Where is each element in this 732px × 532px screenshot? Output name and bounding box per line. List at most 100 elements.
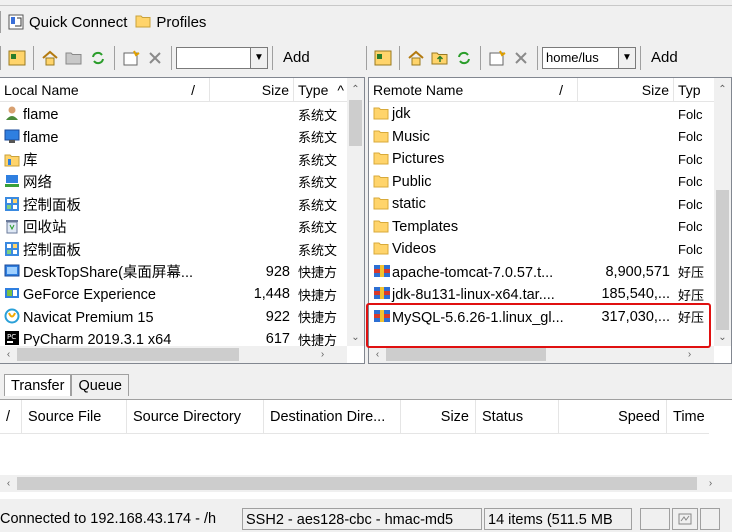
scroll-left-icon[interactable]: ‹ (369, 346, 386, 363)
remote-row[interactable]: Templates Folc (369, 216, 714, 239)
local-new-folder-button[interactable] (119, 46, 143, 70)
toolbar-separator (272, 45, 273, 70)
remote-name-column-label: Remote Name (373, 82, 464, 98)
local-row[interactable]: 网络 系统文 (0, 171, 347, 194)
network-icon (4, 173, 20, 188)
pycharm-icon: PC (4, 330, 20, 346)
local-name-text: 库 (23, 152, 38, 169)
local-row[interactable]: 控制面板 系统文 (0, 193, 347, 216)
remote-delete-button[interactable] (509, 46, 533, 70)
window-top-edge (0, 0, 732, 6)
local-panes-button[interactable] (5, 46, 29, 70)
remote-row[interactable]: Music Folc (369, 126, 714, 149)
local-name-column-header[interactable]: Local Name / (0, 78, 210, 102)
remote-row[interactable]: jdk Folc (369, 103, 714, 126)
scroll-down-icon[interactable]: ⌄ (714, 329, 731, 346)
local-row[interactable]: DeskTopShare(桌面屏幕... 928 快捷方 (0, 261, 347, 284)
local-row[interactable]: Navicat Premium 15 922 快捷方 (0, 306, 347, 329)
scroll-right-icon[interactable]: › (681, 346, 698, 363)
status-column-header[interactable]: Status (476, 400, 559, 434)
transfer-list[interactable]: / Source File Source Directory Destinati… (0, 399, 732, 499)
local-name-cell: DeskTopShare(桌面屏幕... (0, 261, 210, 282)
local-delete-button[interactable] (143, 46, 167, 70)
scroll-right-icon[interactable]: › (314, 346, 331, 363)
remote-name-cell: jdk-8u131-linux-x64.tar.... (369, 285, 578, 303)
remote-up-folder-button[interactable] (428, 46, 452, 70)
local-type-column-header[interactable]: Type ^ (294, 78, 347, 102)
local-row[interactable]: GeForce Experience 1,448 快捷方 (0, 283, 347, 306)
connection-status-icon (678, 513, 692, 525)
scroll-down-icon[interactable]: ⌄ (347, 329, 364, 346)
scroll-up-icon[interactable]: ⌃ (347, 81, 364, 98)
scroll-left-icon[interactable]: ‹ (0, 346, 17, 363)
remote-path-combo[interactable]: home/lus ▼ (542, 46, 636, 69)
profiles-button[interactable]: Profiles (131, 10, 210, 34)
remote-type-column-header[interactable]: Typ (674, 78, 714, 102)
local-up-folder-button[interactable] (62, 46, 86, 70)
scroll-left-icon[interactable]: ‹ (0, 475, 17, 492)
scroll-up-icon[interactable]: ⌃ (714, 81, 731, 98)
quick-connect-button[interactable]: Quick Connect (4, 10, 131, 34)
chevron-up-icon: ^ (337, 82, 344, 98)
local-home-button[interactable] (38, 46, 62, 70)
remote-row[interactable]: jdk-8u131-linux-x64.tar.... 185,540,... 好压 (369, 283, 714, 306)
local-type-cell: 系统文 (298, 220, 338, 236)
remote-add-button[interactable]: Add (645, 46, 684, 70)
transfer-hscroll-thumb[interactable] (17, 477, 697, 490)
local-path-combo[interactable]: ▼ (176, 46, 268, 69)
remote-panes-button[interactable] (371, 46, 395, 70)
quick-connect-icon (8, 14, 24, 30)
time-column-header[interactable]: Time (667, 400, 709, 434)
local-vertical-scrollbar[interactable]: ⌃ ⌄ (347, 78, 364, 346)
remote-horizontal-scrollbar[interactable]: ‹ › (369, 346, 714, 363)
scroll-right-icon[interactable]: › (702, 475, 719, 492)
remote-name-cell: Music (369, 129, 578, 145)
svg-text:PC: PC (7, 333, 16, 341)
source-directory-column-header[interactable]: Source Directory (127, 400, 264, 434)
remote-name-cell: jdk (369, 106, 578, 122)
remote-vertical-scrollbar[interactable]: ⌃ ⌄ (714, 78, 731, 346)
remote-name-cell: Public (369, 174, 578, 190)
remote-row[interactable]: Videos Folc (369, 238, 714, 261)
remote-file-list[interactable]: Remote Name / Size Typ jdk Folc Music Folc P… (368, 77, 732, 364)
transfer-sort-column[interactable]: / (0, 400, 22, 434)
local-row[interactable]: 回收站 系统文 (0, 216, 347, 239)
chevron-down-icon[interactable]: ▼ (250, 47, 267, 68)
local-hscroll-thumb[interactable] (17, 348, 239, 361)
remote-size-column-header[interactable]: Size (578, 78, 674, 102)
remote-row[interactable]: Pictures Folc (369, 148, 714, 171)
remote-type-cell: Folc (678, 151, 703, 167)
remote-row[interactable]: apache-tomcat-7.0.57.t... 8,900,571 好压 (369, 261, 714, 284)
local-row[interactable]: flame 系统文 (0, 103, 347, 126)
local-row[interactable]: flame 系统文 (0, 126, 347, 149)
tab-queue[interactable]: Queue (71, 374, 129, 396)
local-row[interactable]: 控制面板 系统文 (0, 238, 347, 261)
remote-hscroll-thumb[interactable] (386, 348, 546, 361)
remote-home-button[interactable] (404, 46, 428, 70)
monitor-icon (4, 128, 20, 143)
remote-name-column-header[interactable]: Remote Name / (369, 78, 578, 102)
speed-column-header[interactable]: Speed (559, 400, 667, 434)
remote-row[interactable]: MySQL-5.6.26-1.linux_gl... 317,030,... 好压 (369, 306, 714, 329)
destination-directory-column-header[interactable]: Destination Dire... (264, 400, 401, 434)
chevron-down-icon[interactable]: ▼ (618, 47, 635, 68)
remote-vscroll-thumb[interactable] (716, 190, 729, 330)
local-size-column-header[interactable]: Size (210, 78, 294, 102)
size-column-header[interactable]: Size (401, 400, 476, 434)
local-refresh-button[interactable] (86, 46, 110, 70)
remote-name-cell: Pictures (369, 151, 578, 167)
remote-name-cell: Templates (369, 219, 578, 235)
source-file-column-header[interactable]: Source File (22, 400, 127, 434)
transfer-horizontal-scrollbar[interactable]: ‹ › (0, 475, 732, 492)
remote-row[interactable]: static Folc (369, 193, 714, 216)
local-row[interactable]: 库 系统文 (0, 148, 347, 171)
local-vscroll-thumb[interactable] (349, 100, 362, 146)
remote-row[interactable]: Public Folc (369, 171, 714, 194)
remote-refresh-button[interactable] (452, 46, 476, 70)
tab-transfer[interactable]: Transfer (4, 374, 72, 396)
local-add-button[interactable]: Add (277, 46, 316, 70)
delete-icon (149, 51, 161, 64)
local-horizontal-scrollbar[interactable]: ‹ › (0, 346, 347, 363)
local-file-list[interactable]: Local Name / Size Type ^ flame 系统文 flame 系统… (0, 77, 365, 364)
remote-new-folder-button[interactable] (485, 46, 509, 70)
